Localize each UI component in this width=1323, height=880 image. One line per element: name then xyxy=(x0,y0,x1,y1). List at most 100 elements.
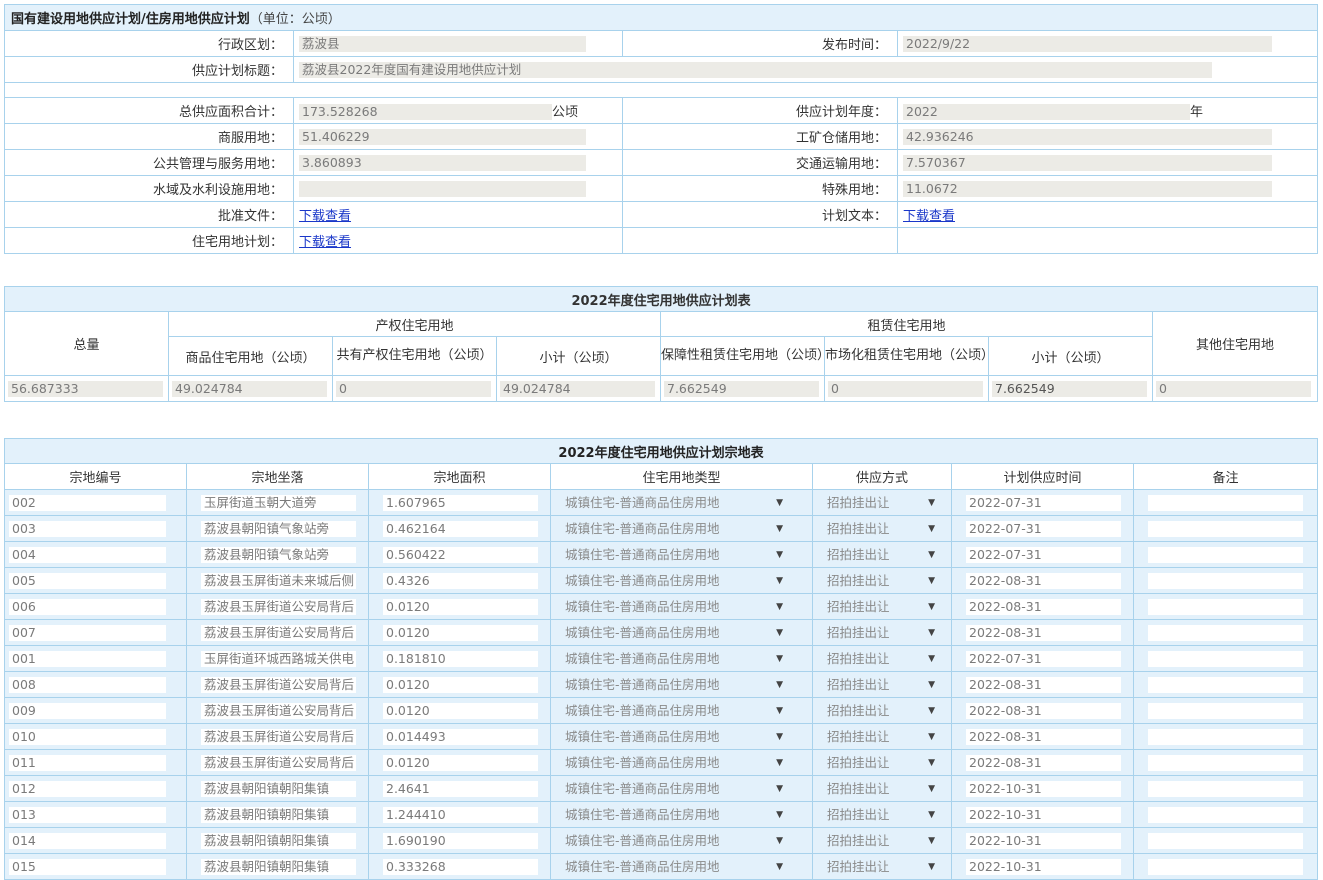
supply-method-select[interactable]: 招拍挂出让 ▼ xyxy=(827,495,937,511)
location-field[interactable]: 荔波县朝阳镇气象站旁 xyxy=(201,546,356,563)
parcel-no-field[interactable]: 005 xyxy=(9,572,166,589)
special-field[interactable]: 11.0672 xyxy=(903,180,1272,197)
area-field[interactable]: 0.0120 xyxy=(383,598,538,615)
supply-time-field[interactable]: 2022-07-31 xyxy=(966,650,1121,667)
total-value[interactable]: 56.687333 xyxy=(8,380,163,397)
parcel-no-field[interactable]: 011 xyxy=(9,754,166,771)
market-rental-value[interactable]: 0 xyxy=(828,380,983,397)
triangle-down-icon[interactable]: ▼ xyxy=(928,755,935,771)
land-type-select[interactable]: 城镇住宅-普通商品住房用地 ▼ xyxy=(565,547,785,563)
land-type-select[interactable]: 城镇住宅-普通商品住房用地 ▼ xyxy=(565,703,785,719)
location-field[interactable]: 荔波县朝阳镇朝阳集镇 xyxy=(201,806,356,823)
supply-method-select[interactable]: 招拍挂出让 ▼ xyxy=(827,703,937,719)
supply-method-select[interactable]: 招拍挂出让 ▼ xyxy=(827,625,937,641)
land-type-select[interactable]: 城镇住宅-普通商品住房用地 ▼ xyxy=(565,781,785,797)
triangle-down-icon[interactable]: ▼ xyxy=(928,729,935,745)
parcel-no-field[interactable]: 002 xyxy=(9,494,166,511)
parcel-no-field[interactable]: 006 xyxy=(9,598,166,615)
land-type-select[interactable]: 城镇住宅-普通商品住房用地 ▼ xyxy=(565,495,785,511)
transport-field[interactable]: 7.570367 xyxy=(903,154,1272,171)
remark-field[interactable] xyxy=(1148,546,1303,563)
triangle-down-icon[interactable]: ▼ xyxy=(776,521,783,537)
land-type-select[interactable]: 城镇住宅-普通商品住房用地 ▼ xyxy=(565,599,785,615)
triangle-down-icon[interactable]: ▼ xyxy=(776,573,783,589)
triangle-down-icon[interactable]: ▼ xyxy=(776,703,783,719)
parcel-no-field[interactable]: 013 xyxy=(9,806,166,823)
triangle-down-icon[interactable]: ▼ xyxy=(776,599,783,615)
location-field[interactable]: 荔波县朝阳镇朝阳集镇 xyxy=(201,832,356,849)
supply-time-field[interactable]: 2022-10-31 xyxy=(966,832,1121,849)
supply-method-select[interactable]: 招拍挂出让 ▼ xyxy=(827,651,937,667)
parcel-no-field[interactable]: 007 xyxy=(9,624,166,641)
affordable-rental-value[interactable]: 7.662549 xyxy=(664,380,819,397)
remark-field[interactable] xyxy=(1148,858,1303,875)
supply-time-field[interactable]: 2022-08-31 xyxy=(966,754,1121,771)
triangle-down-icon[interactable]: ▼ xyxy=(776,729,783,745)
parcel-no-field[interactable]: 004 xyxy=(9,546,166,563)
parcel-no-field[interactable]: 003 xyxy=(9,520,166,537)
triangle-down-icon[interactable]: ▼ xyxy=(928,599,935,615)
land-type-select[interactable]: 城镇住宅-普通商品住房用地 ▼ xyxy=(565,651,785,667)
supply-time-field[interactable]: 2022-08-31 xyxy=(966,728,1121,745)
location-field[interactable]: 玉屏街道环城西路城关供电 xyxy=(201,650,356,667)
land-type-select[interactable]: 城镇住宅-普通商品住房用地 ▼ xyxy=(565,807,785,823)
supply-time-field[interactable]: 2022-08-31 xyxy=(966,624,1121,641)
water-field[interactable] xyxy=(299,180,586,197)
remark-field[interactable] xyxy=(1148,780,1303,797)
parcel-no-field[interactable]: 010 xyxy=(9,728,166,745)
triangle-down-icon[interactable]: ▼ xyxy=(928,703,935,719)
supply-time-field[interactable]: 2022-10-31 xyxy=(966,780,1121,797)
location-field[interactable]: 荔波县玉屏街道公安局背后 xyxy=(201,676,356,693)
remark-field[interactable] xyxy=(1148,520,1303,537)
area-field[interactable]: 0.0120 xyxy=(383,676,538,693)
parcel-no-field[interactable]: 009 xyxy=(9,702,166,719)
area-field[interactable]: 2.4641 xyxy=(383,780,538,797)
triangle-down-icon[interactable]: ▼ xyxy=(776,833,783,849)
location-field[interactable]: 荔波县朝阳镇朝阳集镇 xyxy=(201,858,356,875)
land-type-select[interactable]: 城镇住宅-普通商品住房用地 ▼ xyxy=(565,625,785,641)
supply-method-select[interactable]: 招拍挂出让 ▼ xyxy=(827,807,937,823)
location-field[interactable]: 荔波县玉屏街道未来城后侧 xyxy=(201,572,356,589)
triangle-down-icon[interactable]: ▼ xyxy=(928,833,935,849)
triangle-down-icon[interactable]: ▼ xyxy=(776,495,783,511)
triangle-down-icon[interactable]: ▼ xyxy=(928,573,935,589)
remark-field[interactable] xyxy=(1148,832,1303,849)
supply-method-select[interactable]: 招拍挂出让 ▼ xyxy=(827,859,937,875)
location-field[interactable]: 荔波县玉屏街道公安局背后 xyxy=(201,702,356,719)
commercial-housing-value[interactable]: 49.024784 xyxy=(172,380,327,397)
triangle-down-icon[interactable]: ▼ xyxy=(776,547,783,563)
location-field[interactable]: 荔波县朝阳镇朝阳集镇 xyxy=(201,780,356,797)
shared-property-value[interactable]: 0 xyxy=(336,380,491,397)
land-type-select[interactable]: 城镇住宅-普通商品住房用地 ▼ xyxy=(565,521,785,537)
triangle-down-icon[interactable]: ▼ xyxy=(928,859,935,875)
land-type-select[interactable]: 城镇住宅-普通商品住房用地 ▼ xyxy=(565,573,785,589)
supply-time-field[interactable]: 2022-10-31 xyxy=(966,858,1121,875)
supply-time-field[interactable]: 2022-08-31 xyxy=(966,572,1121,589)
triangle-down-icon[interactable]: ▼ xyxy=(776,807,783,823)
supply-time-field[interactable]: 2022-07-31 xyxy=(966,520,1121,537)
supply-method-select[interactable]: 招拍挂出让 ▼ xyxy=(827,781,937,797)
triangle-down-icon[interactable]: ▼ xyxy=(776,859,783,875)
triangle-down-icon[interactable]: ▼ xyxy=(928,625,935,641)
location-field[interactable]: 玉屏街道玉朝大道旁 xyxy=(201,494,356,511)
supply-method-select[interactable]: 招拍挂出让 ▼ xyxy=(827,547,937,563)
supply-time-field[interactable]: 2022-07-31 xyxy=(966,494,1121,511)
triangle-down-icon[interactable]: ▼ xyxy=(928,677,935,693)
approval-doc-download-link[interactable]: 下载查看 xyxy=(299,209,351,224)
supply-time-field[interactable]: 2022-08-31 xyxy=(966,598,1121,615)
parcel-no-field[interactable]: 008 xyxy=(9,676,166,693)
industrial-field[interactable]: 42.936246 xyxy=(903,128,1272,145)
land-type-select[interactable]: 城镇住宅-普通商品住房用地 ▼ xyxy=(565,729,785,745)
land-type-select[interactable]: 城镇住宅-普通商品住房用地 ▼ xyxy=(565,677,785,693)
area-field[interactable]: 1.244410 xyxy=(383,806,538,823)
housing-plan-download-link[interactable]: 下载查看 xyxy=(299,235,351,250)
supply-method-select[interactable]: 招拍挂出让 ▼ xyxy=(827,755,937,771)
other-housing-value[interactable]: 0 xyxy=(1156,380,1311,397)
triangle-down-icon[interactable]: ▼ xyxy=(776,625,783,641)
area-field[interactable]: 0.181810 xyxy=(383,650,538,667)
supply-time-field[interactable]: 2022-08-31 xyxy=(966,702,1121,719)
location-field[interactable]: 荔波县玉屏街道公安局背后 xyxy=(201,754,356,771)
triangle-down-icon[interactable]: ▼ xyxy=(928,781,935,797)
triangle-down-icon[interactable]: ▼ xyxy=(928,807,935,823)
remark-field[interactable] xyxy=(1148,806,1303,823)
